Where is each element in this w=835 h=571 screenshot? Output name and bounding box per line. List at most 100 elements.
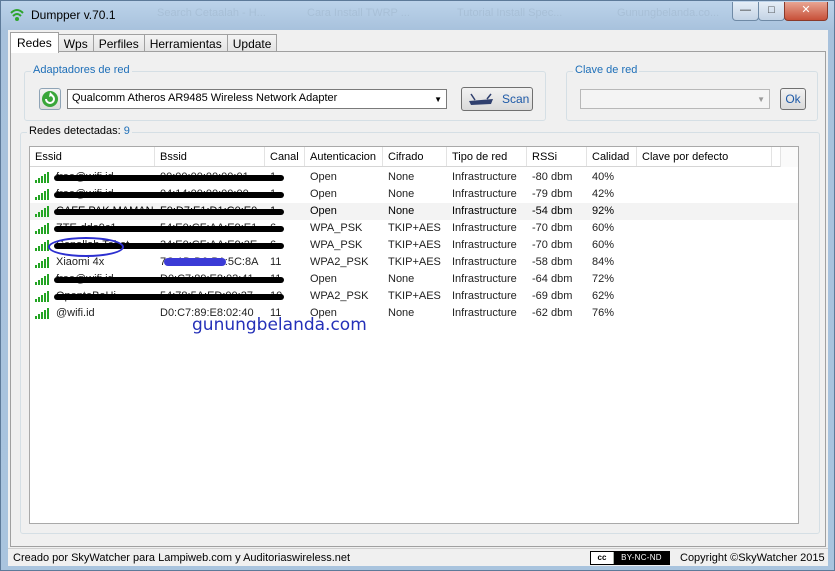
table-row[interactable]: free@wifi.idD0:C7:89:E8:02:4111OpenNoneI…: [30, 271, 798, 288]
signal-bars-icon: [35, 291, 49, 302]
cell-tipo: Infrastructure: [452, 256, 517, 268]
signal-bars-icon: [35, 240, 49, 251]
signal-bars-icon: [35, 206, 49, 217]
cell-autenticacion: WPA_PSK: [310, 239, 363, 251]
key-select[interactable]: ▼: [580, 89, 770, 109]
table-row[interactable]: free@wifi.id00:00:00:00:00:011OpenNoneIn…: [30, 169, 798, 186]
cell-cifrado: TKIP+AES: [388, 290, 441, 302]
close-button[interactable]: ✕: [784, 2, 828, 21]
cell-tipo: Infrastructure: [452, 307, 517, 319]
cell-rssi: -79 dbm: [532, 188, 573, 200]
cell-autenticacion: WPA_PSK: [310, 222, 363, 234]
tab-panel-redes: Adaptadores de red Qualcomm Atheros AR94…: [10, 51, 826, 547]
minimize-button[interactable]: —: [732, 2, 759, 21]
cell-clave: [637, 288, 772, 305]
adapter-select-value: Qualcomm Atheros AR9485 Wireless Network…: [72, 92, 338, 104]
cell-calidad: 42%: [592, 188, 615, 200]
credits-text: Creado por SkyWatcher para Lampiweb.com …: [13, 552, 351, 564]
cell-rssi: -70 dbm: [532, 239, 573, 251]
cell-rssi: -80 dbm: [532, 171, 573, 183]
key-group-label: Clave de red: [573, 64, 640, 76]
background-taskbar-item: Tutorial Install Spec...: [457, 7, 563, 19]
adapter-select[interactable]: Qualcomm Atheros AR9485 Wireless Network…: [67, 89, 447, 109]
cell-rssi: -69 dbm: [532, 290, 573, 302]
adapters-group-label: Adaptadores de red: [31, 64, 132, 76]
essid-text: @wifi.id: [56, 307, 95, 319]
cell-cifrado: None: [388, 307, 415, 319]
table-row[interactable]: free@wifi.id04:14:00:00:00:001OpenNoneIn…: [30, 186, 798, 203]
cell-tipo: Infrastructure: [452, 239, 517, 251]
cell-tipo: Infrastructure: [452, 222, 517, 234]
tab-redes[interactable]: Redes: [10, 32, 59, 53]
background-taskbar-item: Cara Install TWRP ...: [307, 7, 410, 19]
column-header-bssid[interactable]: Bssid: [155, 147, 265, 166]
networks-count: 9: [123, 125, 130, 137]
maximize-button[interactable]: □: [758, 2, 785, 21]
table-row[interactable]: Xiaomi 4x7C:1D:D9:B1:5C:8A11WPA2_PSKTKIP…: [30, 254, 798, 271]
redaction-mark: [54, 192, 284, 198]
cell-cifrado: TKIP+AES: [388, 222, 441, 234]
column-header-essid[interactable]: Essid: [30, 147, 155, 166]
ok-button[interactable]: Ok: [780, 88, 806, 110]
column-header-cifrado[interactable]: Cifrado: [383, 147, 447, 166]
cell-rssi: -70 dbm: [532, 222, 573, 234]
column-header-canal[interactable]: Canal: [265, 147, 305, 166]
table-row[interactable]: ZTE-dde9c154:E0:CF:AA:E9:E16WPA_PSKTKIP+…: [30, 220, 798, 237]
networks-label: Redes detectadas:: [29, 125, 121, 137]
cell-clave: [637, 186, 772, 203]
signal-bars-icon: [35, 189, 49, 200]
column-header-autenticacion[interactable]: Autenticacion: [305, 147, 383, 166]
wifi-signal-icon: [10, 9, 24, 21]
cell-rssi: -54 dbm: [532, 205, 573, 217]
cell-clave: [637, 169, 772, 186]
redaction-mark: [164, 258, 226, 266]
title-bar: Dumpper v.70.1 Search Cetaalah - H... Ca…: [1, 1, 834, 29]
signal-bars-icon: [35, 274, 49, 285]
chevron-down-icon: ▼: [757, 95, 765, 104]
cell-canal: 11: [270, 256, 282, 268]
cell-clave: [637, 220, 772, 237]
cell-rssi: -58 dbm: [532, 256, 573, 268]
cell-clave: [637, 305, 772, 322]
column-header-rssi[interactable]: RSSi: [527, 147, 587, 166]
cell-autenticacion: WPA2_PSK: [310, 290, 369, 302]
scan-button-label: Scan: [502, 92, 530, 106]
column-header-calidad[interactable]: Calidad: [587, 147, 637, 166]
scan-button[interactable]: Scan: [461, 87, 533, 111]
status-bar: Creado por SkyWatcher para Lampiweb.com …: [8, 548, 828, 566]
signal-bars-icon: [35, 172, 49, 183]
cell-calidad: 60%: [592, 239, 615, 251]
cc-mark: cc: [591, 552, 613, 564]
column-header-clave[interactable]: Clave por defecto: [637, 147, 772, 166]
cell-calidad: 60%: [592, 222, 615, 234]
cell-cifrado: TKIP+AES: [388, 239, 441, 251]
refresh-button[interactable]: [39, 88, 61, 110]
refresh-icon: [42, 91, 58, 107]
cell-autenticacion: Open: [310, 171, 337, 183]
cell-tipo: Infrastructure: [452, 171, 517, 183]
router-icon: [469, 93, 493, 105]
column-header-tipo[interactable]: Tipo de red: [447, 147, 527, 166]
watermark: gunungbelanda.com: [192, 315, 367, 335]
cell-tipo: Infrastructure: [452, 273, 517, 285]
cell-calidad: 72%: [592, 273, 615, 285]
copyright-text: Copyright ©SkyWatcher 2015: [680, 552, 825, 564]
table-row[interactable]: CAFE PAK MAMANF0:D7:E1:D1:C0:E01OpenNone…: [30, 203, 798, 220]
cell-cifrado: TKIP+AES: [388, 256, 441, 268]
cell-clave: [637, 271, 772, 288]
table-row[interactable]: OpenteBeHi54:78:5A:ED:00:2710WPA2_PSKTKI…: [30, 288, 798, 305]
adapters-group: Adaptadores de red Qualcomm Atheros AR94…: [24, 64, 546, 121]
cell-cifrado: None: [388, 205, 415, 217]
table-row[interactable]: Cenallah Tebet34:E0:CF:AA:E9:2E6WPA_PSKT…: [30, 237, 798, 254]
signal-bars-icon: [35, 223, 49, 234]
cell-cifrado: None: [388, 273, 415, 285]
networks-table[interactable]: Essid Bssid Canal Autenticacion Cifrado …: [29, 146, 799, 524]
cell-rssi: -64 dbm: [532, 273, 573, 285]
table-row[interactable]: @wifi.id D0:C7:89:E8:02:40 11 Open None Infra…: [30, 305, 798, 322]
cell-clave: [637, 254, 772, 271]
redaction-mark: [54, 175, 284, 181]
creative-commons-badge: cc BY-NC-ND: [590, 551, 670, 565]
cell-clave: [637, 203, 772, 220]
essid-text: Xiaomi 4x: [56, 256, 105, 268]
signal-bars-icon: [35, 257, 49, 268]
